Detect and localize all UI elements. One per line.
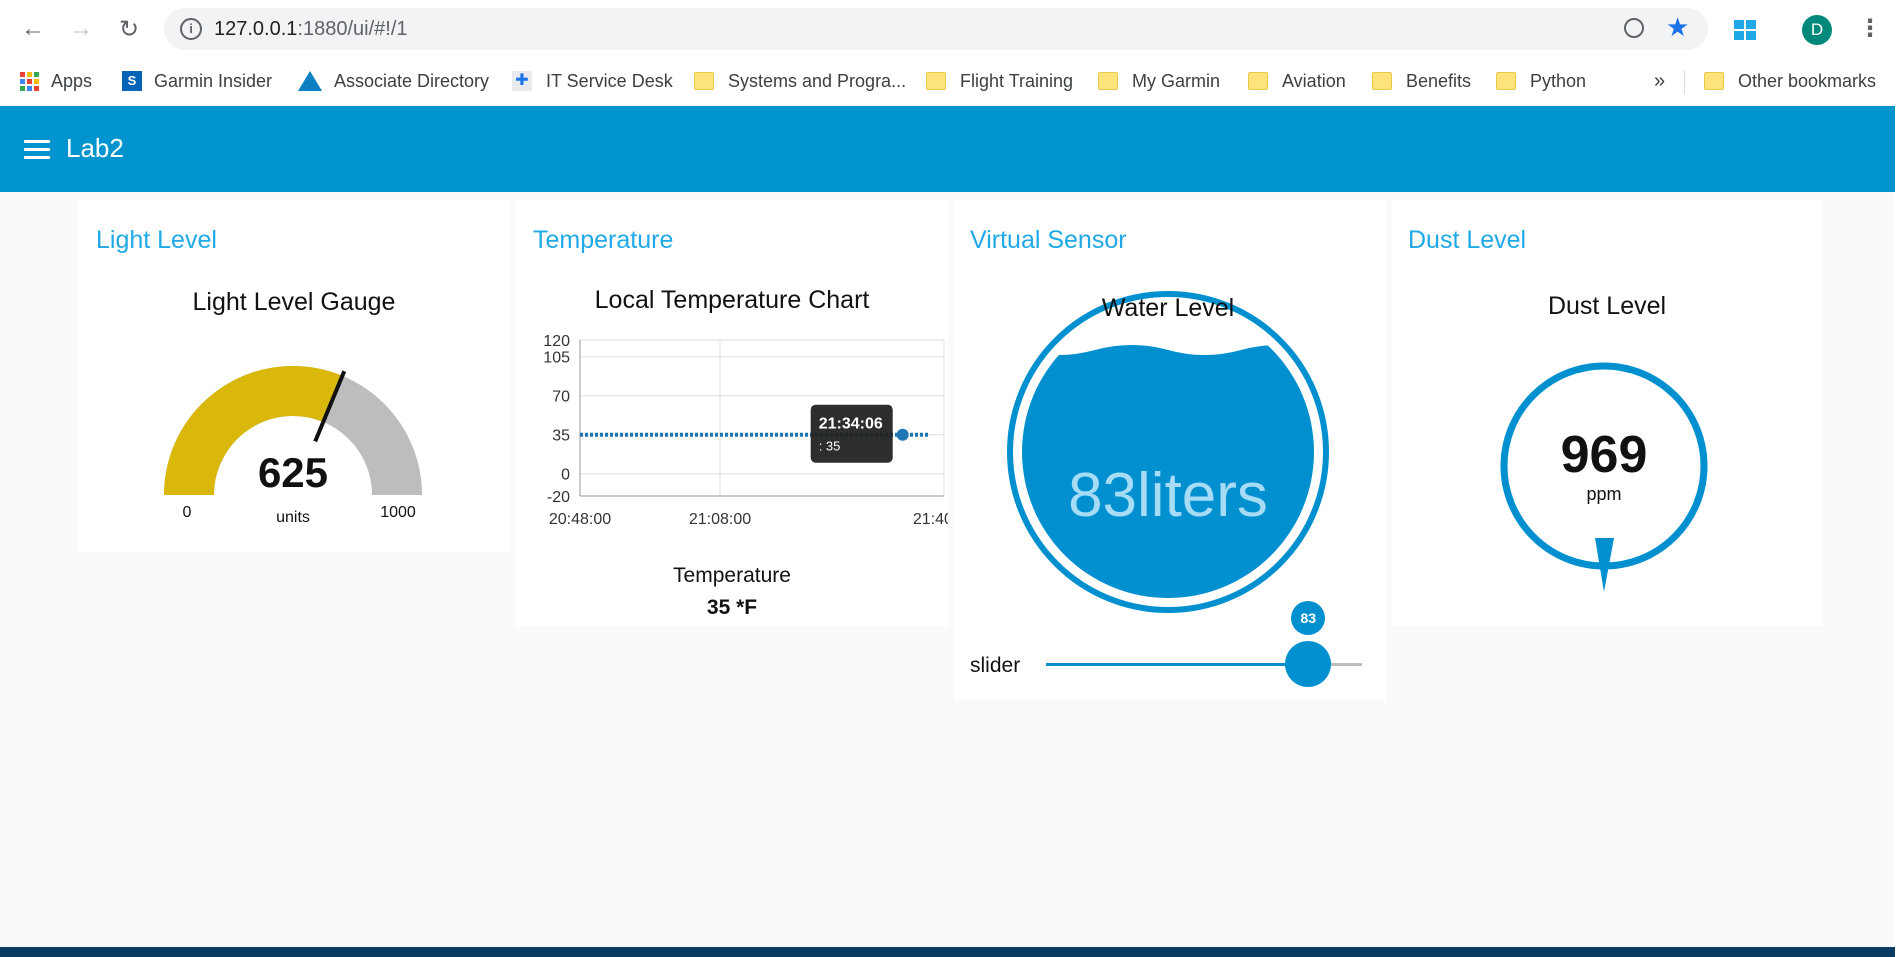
bookmarks-divider — [1684, 70, 1685, 94]
forward-icon[interactable]: → — [66, 14, 96, 44]
bookmark-apps[interactable]: Apps — [20, 66, 92, 96]
light-level-card: Light Level Light Level Gauge 625 units … — [78, 200, 510, 552]
bookmark-label: Apps — [51, 70, 93, 91]
x-tick-label: 21:40:00 — [913, 511, 948, 528]
tooltip-box — [810, 404, 893, 463]
menu-icon[interactable] — [24, 140, 50, 164]
temperature-card: Temperature Local Temperature Chart 120 1… — [516, 200, 948, 626]
water-level-gauge: 83liters Water Level — [1007, 291, 1329, 613]
url-host: 127.0.0.1 — [214, 18, 298, 40]
bookmark-it-service-desk[interactable]: ✚ IT Service Desk — [512, 66, 673, 96]
bookmark-label: IT Service Desk — [546, 70, 673, 91]
bookmark-other[interactable]: Other bookmarks — [1704, 66, 1876, 96]
highlight-point — [896, 428, 909, 441]
service-desk-icon: ✚ — [512, 71, 532, 91]
gauge-min: 0 — [183, 504, 192, 521]
slider-fill — [1046, 663, 1309, 666]
folder-icon — [1496, 72, 1516, 90]
bookmark-garmin-insider[interactable]: S Garmin Insider — [122, 66, 272, 96]
folder-icon — [926, 72, 946, 90]
bookmark-flight-training[interactable]: Flight Training — [926, 66, 1073, 96]
dust-value: 969 — [1561, 426, 1648, 484]
x-tick-label: 20:48:00 — [549, 511, 611, 528]
y-tick-label: 0 — [561, 467, 570, 484]
bookmark-systems[interactable]: Systems and Progra... — [694, 66, 906, 96]
dashboard-title: Lab2 — [66, 133, 124, 163]
y-tick-label: -20 — [547, 489, 570, 506]
bookmark-label: Benefits — [1406, 70, 1472, 91]
water-title: Water Level — [1102, 294, 1234, 322]
zoom-icon[interactable] — [1624, 18, 1644, 38]
taskbar-strip — [0, 947, 1895, 957]
folder-icon — [1248, 72, 1268, 90]
url-path: :1880/ui/#!/1 — [297, 18, 408, 40]
menu-dots-icon[interactable]: ⋮ — [1858, 14, 1882, 43]
y-tick-label: 105 — [543, 350, 570, 367]
folder-icon — [694, 72, 714, 90]
slider-label: slider — [970, 654, 1021, 677]
y-tick-label: 70 — [552, 389, 570, 406]
bookmark-label: Aviation — [1282, 70, 1346, 91]
bookmark-label: Associate Directory — [334, 70, 490, 91]
reload-icon[interactable]: ↻ — [114, 14, 144, 44]
chart-title: Local Temperature Chart — [594, 286, 870, 314]
slider-thumb[interactable] — [1285, 641, 1332, 687]
bookmark-label: Flight Training — [960, 70, 1074, 91]
y-tick-label: 120 — [543, 333, 570, 350]
bookmark-label: My Garmin — [1132, 70, 1221, 91]
sharepoint-icon: S — [122, 71, 142, 91]
bookmark-benefits[interactable]: Benefits — [1372, 66, 1471, 96]
slider-track[interactable]: 83 — [1046, 601, 1362, 687]
bookmark-label: Systems and Progra... — [728, 70, 907, 91]
tooltip-value: : 35 — [819, 439, 841, 454]
bookmark-my-garmin[interactable]: My Garmin — [1098, 66, 1220, 96]
dust-level-card: Dust Level Dust Level 969 ppm — [1392, 200, 1822, 626]
virtual-sensor-card: Virtual Sensor 83liters Water Level slid… — [954, 200, 1386, 700]
bookmarks-overflow-button[interactable]: » — [1654, 66, 1665, 96]
back-icon[interactable]: ← — [18, 14, 48, 44]
slider-value-bubble: 83 — [1291, 601, 1326, 635]
tooltip-time: 21:34:06 — [819, 416, 883, 433]
water-value: 83liters — [1068, 461, 1268, 530]
windows-extension-icon[interactable] — [1734, 20, 1756, 40]
dashboard-header: Lab2 — [0, 106, 1895, 192]
bookmark-associate-directory[interactable]: Associate Directory — [298, 66, 489, 96]
folder-icon — [1704, 72, 1724, 90]
x-tick-label: 21:08:00 — [689, 511, 751, 528]
bookmark-python[interactable]: Python — [1496, 66, 1586, 96]
bookmark-label: Python — [1530, 70, 1587, 91]
temperature-text-value: 35 *F — [706, 596, 758, 619]
gauge-value: 625 — [258, 449, 328, 496]
bookmark-aviation[interactable]: Aviation — [1248, 66, 1346, 96]
temperature-text-label: Temperature — [673, 564, 791, 587]
info-icon[interactable]: i — [180, 18, 202, 40]
dust-compass-gauge: 969 ppm — [1500, 362, 1708, 592]
url-text[interactable]: 127.0.0.1:1880/ui/#!/1 — [214, 18, 408, 41]
window-edge — [1895, 0, 1904, 957]
triangle-icon — [298, 71, 322, 91]
gauge-units: units — [276, 509, 310, 526]
light-gauge: 625 units 0 1000 — [164, 366, 422, 526]
group-title: Temperature — [533, 226, 674, 254]
y-tick-label: 35 — [552, 428, 570, 445]
gauge-max: 1000 — [380, 504, 416, 521]
bookmark-label: Garmin Insider — [154, 70, 273, 91]
folder-icon — [1372, 72, 1392, 90]
address-bar[interactable]: i 127.0.0.1:1880/ui/#!/1 ★ — [164, 8, 1708, 50]
bookmarks-bar: Apps S Garmin Insider Associate Directory… — [0, 58, 1904, 106]
star-icon[interactable]: ★ — [1666, 12, 1689, 43]
folder-icon — [1098, 72, 1118, 90]
apps-grid-icon — [20, 71, 39, 91]
bookmark-label: Other bookmarks — [1738, 70, 1877, 91]
dust-units: ppm — [1586, 484, 1621, 504]
browser-toolbar: ← → ↻ i 127.0.0.1:1880/ui/#!/1 ★ D ⋮ — [0, 0, 1904, 58]
profile-avatar[interactable]: D — [1802, 15, 1832, 45]
